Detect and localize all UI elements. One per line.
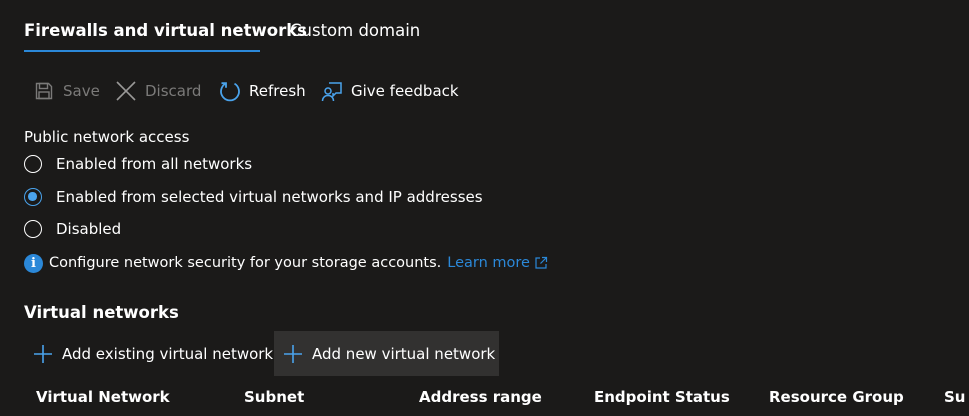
plus-icon	[283, 344, 303, 364]
add-new-virtual-network-button[interactable]: Add new virtual network	[274, 331, 499, 376]
virtual-networks-heading: Virtual networks	[24, 303, 179, 322]
radio-label: Enabled from all networks	[56, 155, 253, 173]
info-message: i Configure network security for your st…	[24, 252, 548, 274]
external-link-icon[interactable]	[534, 256, 548, 270]
radio-label: Disabled	[56, 220, 122, 238]
discard-button[interactable]: Discard	[115, 78, 201, 104]
save-button[interactable]: Save	[33, 78, 100, 104]
add-existing-virtual-network-button[interactable]: Add existing virtual network	[24, 331, 274, 376]
tab-firewalls-and-virtual-networks[interactable]: Firewalls and virtual networks	[24, 21, 307, 40]
public-network-access-label: Public network access	[24, 128, 190, 146]
give-feedback-button[interactable]: Give feedback	[321, 78, 459, 104]
close-icon	[115, 80, 137, 102]
save-label: Save	[63, 82, 100, 100]
radio-enabled-all-networks[interactable]: Enabled from all networks	[24, 152, 252, 176]
save-icon	[33, 80, 55, 102]
radio-dot	[28, 192, 37, 201]
column-header-subscription[interactable]: Su	[944, 388, 965, 406]
info-text: Configure network security for your stor…	[49, 255, 442, 271]
add-existing-label: Add existing virtual network	[62, 344, 274, 363]
radio-label: Enabled from selected virtual networks a…	[56, 188, 483, 206]
active-tab-indicator	[24, 50, 260, 52]
learn-more-link[interactable]: Learn more	[447, 255, 530, 271]
refresh-label: Refresh	[249, 82, 306, 100]
column-header-resource-group[interactable]: Resource Group	[769, 388, 904, 406]
plus-icon	[33, 344, 53, 364]
tab-custom-domain[interactable]: Custom domain	[290, 21, 420, 40]
column-header-subnet[interactable]: Subnet	[244, 388, 304, 406]
feedback-icon	[321, 80, 343, 102]
radio-button[interactable]	[24, 155, 42, 173]
radio-button[interactable]	[24, 220, 42, 238]
refresh-button[interactable]: Refresh	[219, 78, 306, 104]
add-new-label: Add new virtual network	[312, 344, 496, 363]
refresh-icon	[219, 80, 241, 102]
give-feedback-label: Give feedback	[351, 82, 459, 100]
radio-enabled-selected-networks[interactable]: Enabled from selected virtual networks a…	[24, 185, 483, 209]
radio-button-selected[interactable]	[24, 188, 42, 206]
info-icon: i	[24, 253, 43, 273]
column-header-virtual-network[interactable]: Virtual Network	[36, 388, 170, 406]
discard-label: Discard	[145, 82, 202, 100]
column-header-endpoint-status[interactable]: Endpoint Status	[594, 388, 730, 406]
column-header-address-range[interactable]: Address range	[419, 388, 542, 406]
radio-disabled[interactable]: Disabled	[24, 217, 121, 241]
